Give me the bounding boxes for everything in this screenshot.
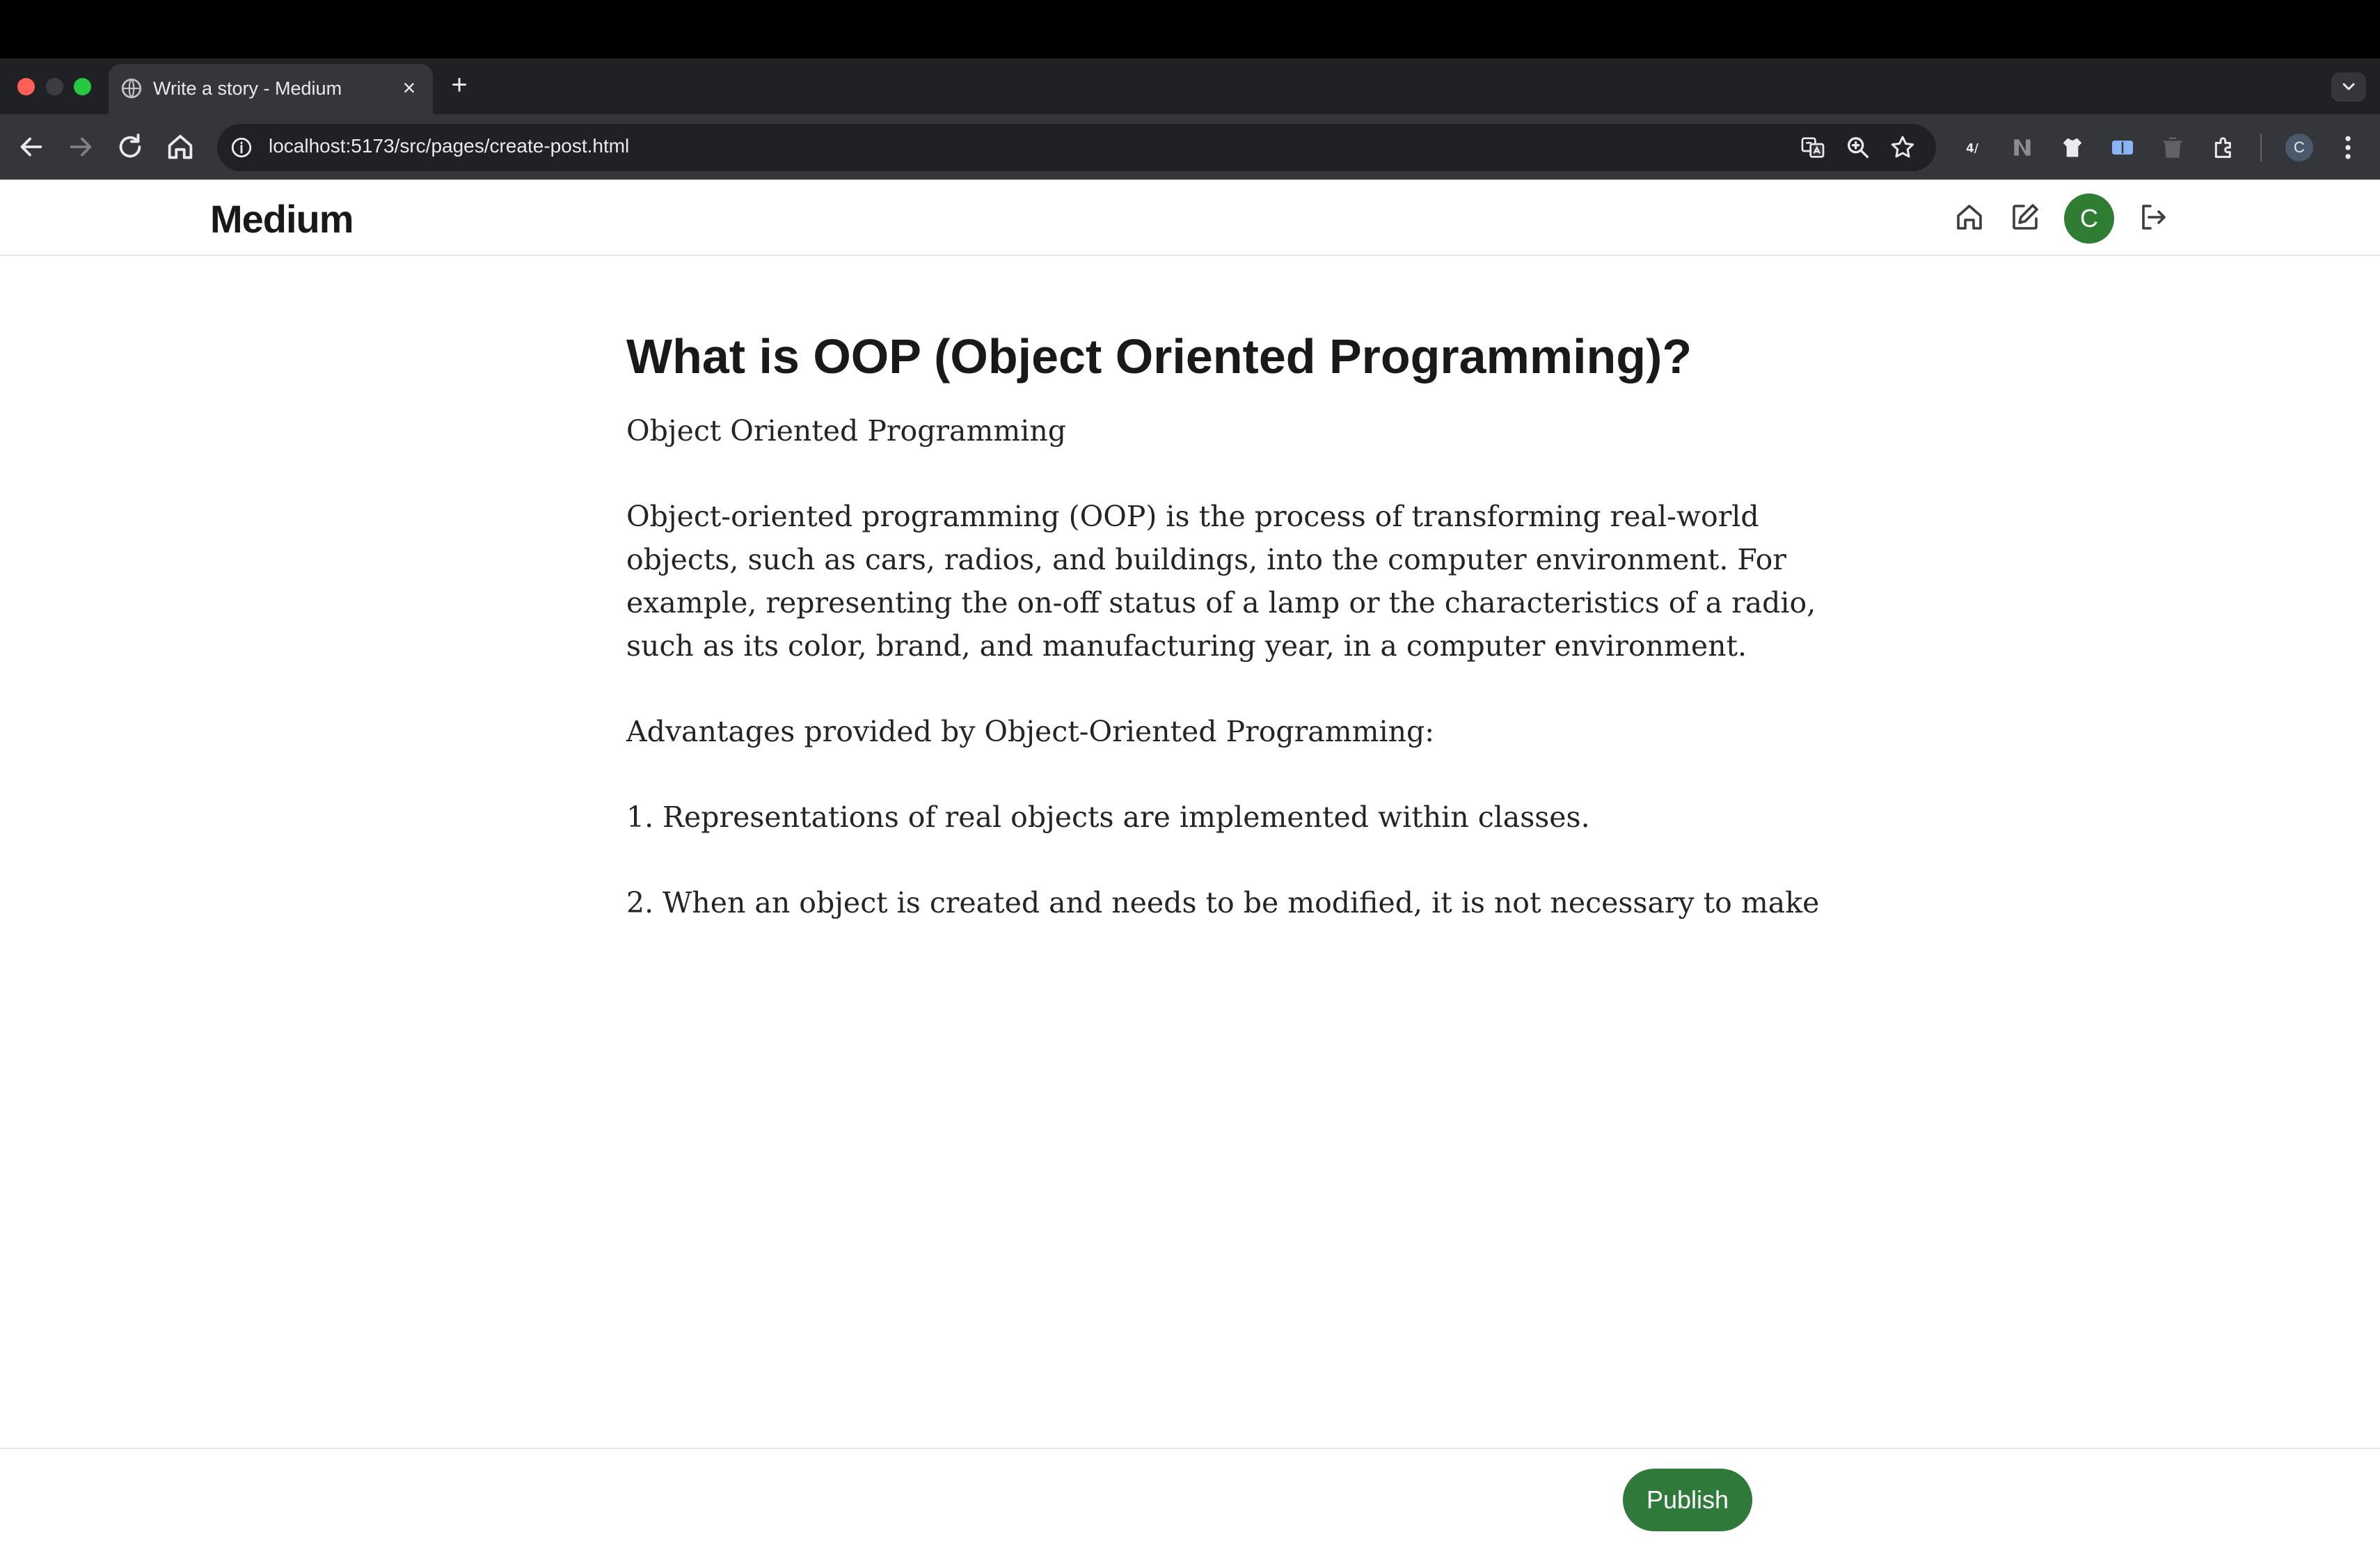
extensions-puzzle-icon[interactable]: [2210, 134, 2238, 161]
extension-book-icon[interactable]: [2109, 134, 2136, 161]
new-tab-button[interactable]: +: [445, 70, 473, 100]
user-avatar[interactable]: C: [2064, 194, 2114, 244]
browser-tab-active[interactable]: Write a story - Medium ×: [109, 64, 433, 114]
paragraph-line: objects, such as cars, radios, and build…: [626, 543, 1786, 576]
window-top-bar: [0, 0, 2380, 58]
advantages-heading: Advantages provided by Object-Oriented P…: [626, 715, 1435, 748]
editor-footer: [0, 1448, 2380, 1548]
maximize-window-button[interactable]: [74, 78, 91, 95]
edit-icon[interactable]: [2008, 200, 2042, 234]
extension-speed-icon[interactable]: 4/: [1958, 134, 1986, 161]
chevron-down-icon: [2342, 83, 2355, 90]
tab-title: Write a story - Medium: [153, 78, 342, 99]
extension-shirt-icon[interactable]: [2058, 134, 2086, 161]
story-editor[interactable]: What is OOP (Object Oriented Programming…: [626, 313, 1820, 967]
post-body-editor[interactable]: Object Oriented Programming Object-orien…: [626, 409, 1820, 924]
post-subtitle: Object Oriented Programming: [626, 414, 1066, 448]
post-title-input[interactable]: What is OOP (Object Oriented Programming…: [626, 313, 1740, 400]
home-icon[interactable]: [164, 131, 196, 163]
globe-icon: [121, 78, 142, 99]
logout-icon[interactable]: [2136, 200, 2170, 234]
minimize-window-button[interactable]: [46, 78, 63, 95]
tab-search-button[interactable]: [2331, 72, 2366, 102]
site-logo[interactable]: Medium: [210, 196, 354, 242]
forward-arrow-icon[interactable]: [65, 131, 97, 163]
list-item: 2. When an object is created and needs t…: [626, 886, 1820, 919]
translate-icon[interactable]: [1799, 134, 1827, 161]
post-paragraph: Object-oriented programming (OOP) is the…: [626, 495, 1816, 668]
tab-close-icon[interactable]: ×: [395, 74, 423, 102]
bookmark-star-icon[interactable]: [1889, 134, 1917, 161]
more-menu-icon[interactable]: [2340, 132, 2356, 163]
close-window-button[interactable]: [17, 78, 35, 95]
home-icon[interactable]: [1953, 200, 1986, 234]
browser-profile-avatar[interactable]: C: [2285, 134, 2313, 161]
extension-notion-icon[interactable]: [2008, 134, 2036, 161]
paragraph-line: such as its color, brand, and manufactur…: [626, 629, 1747, 663]
back-arrow-icon[interactable]: [15, 131, 47, 163]
zoom-icon[interactable]: [1844, 134, 1872, 161]
publish-button[interactable]: Publish: [1623, 1469, 1752, 1531]
reload-icon[interactable]: [114, 131, 146, 163]
svg-text:4/: 4/: [1966, 142, 1979, 155]
url-text[interactable]: localhost:5173/src/pages/create-post.htm…: [269, 135, 629, 157]
extension-trash-icon[interactable]: [2159, 134, 2187, 161]
paragraph-line: example, representing the on-off status …: [626, 586, 1816, 619]
site-info-icon[interactable]: [230, 136, 253, 159]
list-item: 1. Representations of real objects are i…: [626, 800, 1590, 834]
paragraph-line: Object-oriented programming (OOP) is the…: [626, 500, 1759, 533]
toolbar-divider: [2260, 134, 2262, 161]
